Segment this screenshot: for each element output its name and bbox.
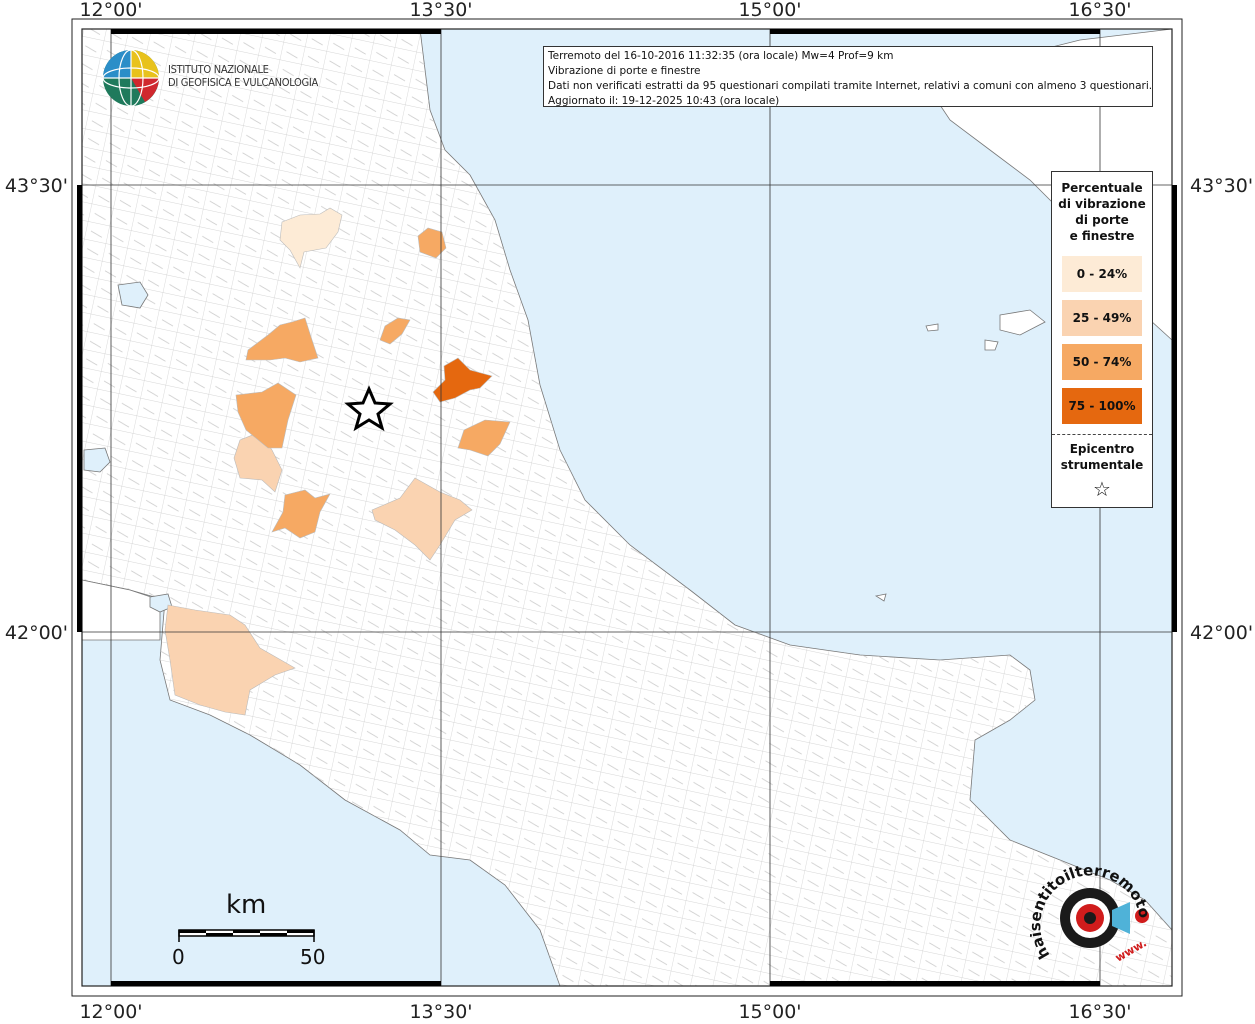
- lat-label-right-1: 43°30': [1190, 175, 1253, 197]
- legend-title-line: di vibrazione: [1058, 197, 1146, 211]
- lon-label-top-4: 16°30': [1068, 0, 1131, 21]
- lat-label-right-2: 42°00': [1190, 622, 1253, 644]
- legend-item-25-49: 25 - 49%: [1062, 300, 1142, 336]
- legend-star-icon: ☆: [1093, 477, 1111, 501]
- scale-start: 0: [172, 945, 185, 969]
- lat-label-left-2: 42°00': [5, 622, 68, 644]
- hst-url-text: www.: [1113, 936, 1149, 964]
- legend-epicenter-line: strumentale: [1060, 458, 1144, 472]
- lon-label-bottom-2: 13°30': [409, 1001, 472, 1023]
- legend-title-line: di porte: [1075, 213, 1129, 227]
- lon-label-bottom-1: 12°00': [79, 1001, 142, 1023]
- event-updated: Aggiornato il: 19-12-2025 10:43 (ora loc…: [548, 95, 780, 107]
- legend-epicenter-label: Epicentro strumentale: [1052, 441, 1152, 473]
- lon-label-top-2: 13°30': [409, 0, 472, 21]
- legend-item-75-100: 75 - 100%: [1062, 388, 1142, 424]
- ingv-line1: ISTITUTO NAZIONALE: [168, 63, 269, 76]
- lon-label-bottom-4: 16°30': [1068, 1001, 1131, 1023]
- legend: Percentuale di vibrazione di porte e fin…: [1051, 171, 1153, 508]
- ingv-line2: DI GEOFISICA E VULCANOLOGIA: [168, 76, 318, 89]
- legend-title-line: Percentuale: [1061, 181, 1143, 195]
- ingv-name: ISTITUTO NAZIONALE DI GEOFISICA E VULCAN…: [168, 63, 318, 89]
- lon-label-top-3: 15°00': [738, 0, 801, 21]
- event-data-note: Dati non verificati estratti da 95 quest…: [548, 80, 1153, 92]
- hst-logo: haisentitoilterremoto.it www.: [1030, 860, 1154, 965]
- scale-end: 50: [300, 945, 326, 969]
- legend-epicenter-line: Epicentro: [1069, 442, 1135, 456]
- lat-label-left-1: 43°30': [5, 175, 68, 197]
- lon-label-top-1: 12°00': [79, 0, 142, 21]
- scale-unit: km: [226, 890, 267, 920]
- lon-label-bottom-3: 15°00': [738, 1001, 801, 1023]
- legend-item-50-74: 50 - 74%: [1062, 344, 1142, 380]
- legend-item-0-24: 0 - 24%: [1062, 256, 1142, 292]
- event-subtitle: Vibrazione di porte e finestre: [548, 65, 701, 77]
- event-title: Terremoto del 16-10-2016 11:32:35 (ora l…: [548, 50, 894, 62]
- event-info-box: Terremoto del 16-10-2016 11:32:35 (ora l…: [543, 46, 1153, 107]
- legend-title: Percentuale di vibrazione di porte e fin…: [1052, 180, 1152, 244]
- legend-title-line: e finestre: [1069, 229, 1135, 243]
- legend-divider: [1052, 434, 1152, 435]
